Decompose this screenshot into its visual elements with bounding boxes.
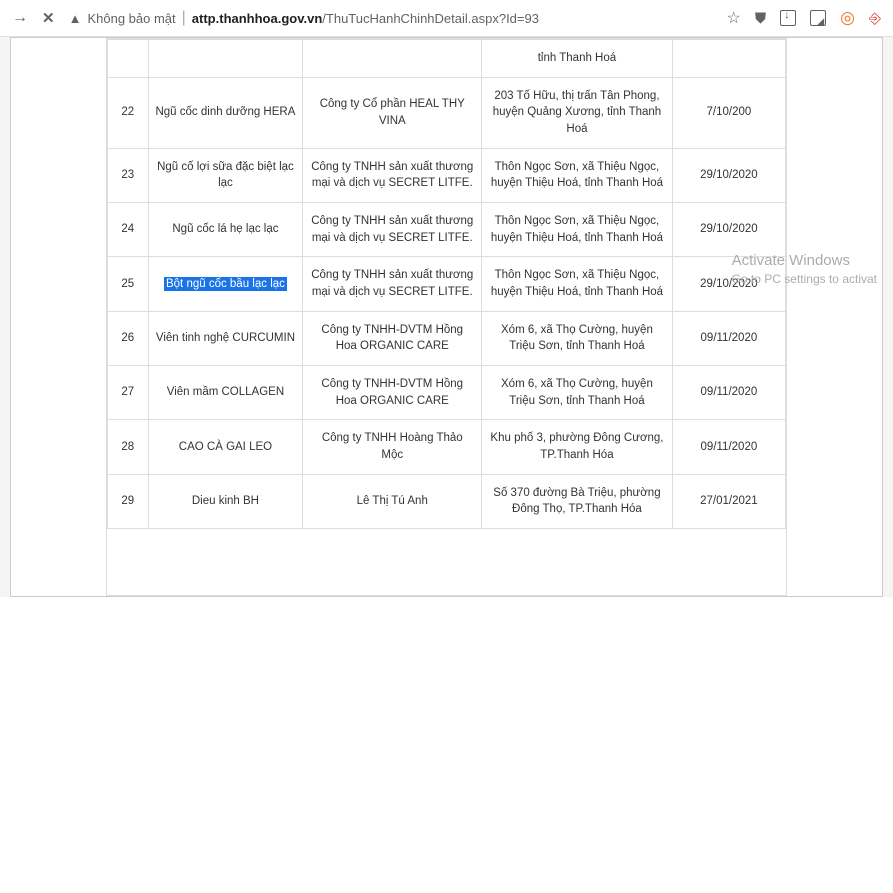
cell-company <box>303 40 482 78</box>
table-row: 22 Ngũ cốc dinh dưỡng HERA Công ty Cổ ph… <box>108 77 786 148</box>
cell-name: Ngũ cố lợi sữa đặc biệt lạc lạc <box>148 148 303 202</box>
download-icon[interactable] <box>780 10 796 26</box>
cell-date: 27/01/2021 <box>672 474 785 528</box>
data-table: tỉnh Thanh Hoá 22 Ngũ cốc dinh dưỡng HER… <box>107 39 786 529</box>
content-frame: tỉnh Thanh Hoá 22 Ngũ cốc dinh dưỡng HER… <box>106 38 787 596</box>
stop-close-icon[interactable]: ✕ <box>42 9 55 27</box>
cell-name <box>148 40 303 78</box>
table-row: tỉnh Thanh Hoá <box>108 40 786 78</box>
bookmark-star-icon[interactable]: ☆ <box>727 8 741 28</box>
cell-company: Công ty TNHH Hoàng Thảo Mộc <box>303 420 482 474</box>
cell-company: Công ty Cổ phần HEAL THY VINA <box>303 77 482 148</box>
cell-date: 7/10/200 <box>672 77 785 148</box>
cell-date: 29/10/2020 <box>672 148 785 202</box>
cell-stt: 29 <box>108 474 149 528</box>
cell-addr: Xóm 6, xã Thọ Cường, huyện Triệu Sơn, tỉ… <box>482 311 673 365</box>
toolbar-right: ☆ ⛊ ◎ ⎆ <box>727 8 881 28</box>
cell-name: Dieu kinh BH <box>148 474 303 528</box>
image-icon[interactable] <box>810 10 826 26</box>
table-row: 27 Viên mầm COLLAGEN Công ty TNHH-DVTM H… <box>108 366 786 420</box>
cell-name: Viên mầm COLLAGEN <box>148 366 303 420</box>
cell-addr: tỉnh Thanh Hoá <box>482 40 673 78</box>
cell-addr: Khu phố 3, phường Đông Cương, TP.Thanh H… <box>482 420 673 474</box>
table-row: 28 CAO CÀ GAI LEO Công ty TNHH Hoàng Thả… <box>108 420 786 474</box>
insecure-label: Không bảo mật <box>87 11 175 26</box>
cell-date: 09/11/2020 <box>672 420 785 474</box>
url-divider: | <box>182 9 186 27</box>
cell-name: Ngũ cốc lá hẹ lạc lạc <box>148 203 303 257</box>
cell-stt: 22 <box>108 77 149 148</box>
cell-date <box>672 40 785 78</box>
cell-name: CAO CÀ GAI LEO <box>148 420 303 474</box>
windows-activation-watermark: Activate Windows Go to PC settings to ac… <box>732 251 877 287</box>
extension-orange-icon[interactable]: ◎ <box>840 8 855 28</box>
cell-stt: 28 <box>108 420 149 474</box>
table-row: 24 Ngũ cốc lá hẹ lạc lạc Công ty TNHH sả… <box>108 203 786 257</box>
cell-addr: Xóm 6, xã Thọ Cường, huyện Triệu Sơn, tỉ… <box>482 366 673 420</box>
cell-stt: 25 <box>108 257 149 311</box>
cell-addr: 203 Tố Hữu, thị trấn Tân Phong, huyện Qu… <box>482 77 673 148</box>
cell-date: 29/10/2020 <box>672 203 785 257</box>
cell-name: Ngũ cốc dinh dưỡng HERA <box>148 77 303 148</box>
cell-stt: 23 <box>108 148 149 202</box>
table-row: 25 Bột ngũ cốc bầu lạc lạc Công ty TNHH … <box>108 257 786 311</box>
cell-company: Công ty TNHH sản xuất thương mại và dịch… <box>303 148 482 202</box>
cell-name: Viên tinh nghệ CURCUMIN <box>148 311 303 365</box>
cell-date: 09/11/2020 <box>672 311 785 365</box>
cell-addr: Thôn Ngọc Sơn, xã Thiệu Ngọc, huyện Thiệ… <box>482 203 673 257</box>
url-domain[interactable]: attp.thanhhoa.gov.vn <box>192 11 322 26</box>
browser-address-bar: → ✕ ▲ Không bảo mật | attp.thanhhoa.gov.… <box>0 0 893 37</box>
table-row: 26 Viên tinh nghệ CURCUMIN Công ty TNHH-… <box>108 311 786 365</box>
cell-company: Công ty TNHH sản xuất thương mại và dịch… <box>303 203 482 257</box>
cell-company: Công ty TNHH-DVTM Hồng Hoa ORGANIC CARE <box>303 311 482 365</box>
cell-stt: 27 <box>108 366 149 420</box>
cell-addr: Thôn Ngọc Sơn, xã Thiệu Ngọc, huyện Thiệ… <box>482 148 673 202</box>
cell-stt: 24 <box>108 203 149 257</box>
table-row: 23 Ngũ cố lợi sữa đặc biệt lạc lạc Công … <box>108 148 786 202</box>
watermark-subtitle: Go to PC settings to activat <box>732 271 877 287</box>
cell-addr: Số 370 đường Bà Triệu, phường Đông Thọ, … <box>482 474 673 528</box>
url-path[interactable]: /ThuTucHanhChinhDetail.aspx?Id=93 <box>322 11 539 26</box>
cell-date: 09/11/2020 <box>672 366 785 420</box>
extension-red-icon[interactable]: ⎆ <box>869 10 881 27</box>
page-content: tỉnh Thanh Hoá 22 Ngũ cốc dinh dưỡng HER… <box>0 37 893 597</box>
page-document: tỉnh Thanh Hoá 22 Ngũ cốc dinh dưỡng HER… <box>10 37 883 597</box>
cell-company: Công ty TNHH sản xuất thương mại và dịch… <box>303 257 482 311</box>
forward-arrow-icon[interactable]: → <box>12 9 28 27</box>
cell-stt: 26 <box>108 311 149 365</box>
cell-name: Bột ngũ cốc bầu lạc lạc <box>148 257 303 311</box>
cell-addr: Thôn Ngọc Sơn, xã Thiệu Ngọc, huyện Thiệ… <box>482 257 673 311</box>
shield-icon[interactable]: ⛊ <box>755 10 766 27</box>
cell-company: Công ty TNHH-DVTM Hồng Hoa ORGANIC CARE <box>303 366 482 420</box>
watermark-title: Activate Windows <box>732 251 877 271</box>
warning-icon: ▲ <box>69 11 82 26</box>
cell-company: Lê Thị Tú Anh <box>303 474 482 528</box>
table-row: 29 Dieu kinh BH Lê Thị Tú Anh Số 370 đườ… <box>108 474 786 528</box>
cell-stt <box>108 40 149 78</box>
